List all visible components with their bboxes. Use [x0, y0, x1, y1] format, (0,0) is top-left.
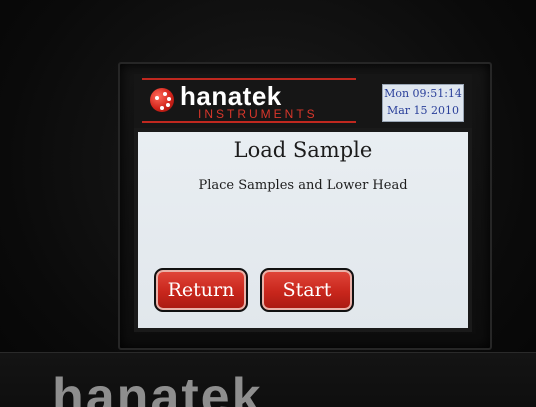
device-photo: hanatek INSTRUMENTS Mon 09:51:14 Mar 15 …	[0, 0, 536, 407]
brand-name: hanatek	[180, 81, 282, 111]
dialog-message: Place Samples and Lower Head	[198, 178, 408, 193]
logo-ball-icon	[150, 88, 174, 112]
device-case-lower: hanatek	[0, 352, 536, 407]
logo-dot	[166, 103, 170, 107]
clock-time: Mon 09:51:14	[384, 87, 462, 100]
logo-rule-top	[142, 78, 356, 80]
brand-logo: hanatek INSTRUMENTS	[142, 78, 356, 124]
date-time-display: Mon 09:51:14 Mar 15 2010	[382, 84, 464, 122]
header-bar: hanatek INSTRUMENTS Mon 09:51:14 Mar 15 …	[134, 74, 472, 128]
return-button[interactable]: Return	[154, 268, 248, 312]
dialog-panel: Load Sample Place Samples and Lower Head…	[138, 132, 468, 328]
dialog-title: Load Sample	[233, 138, 373, 162]
logo-dot	[160, 106, 164, 110]
case-brand-text: hanatek	[52, 368, 263, 407]
touch-screen: hanatek INSTRUMENTS Mon 09:51:14 Mar 15 …	[134, 74, 472, 332]
brand-subtitle: INSTRUMENTS	[198, 107, 318, 121]
logo-rule-bottom	[142, 121, 356, 123]
clock-date: Mar 15 2010	[386, 104, 460, 117]
logo-dot	[163, 92, 167, 96]
start-button[interactable]: Start	[260, 268, 354, 312]
logo-dot	[155, 96, 159, 100]
logo-dot	[167, 97, 171, 101]
